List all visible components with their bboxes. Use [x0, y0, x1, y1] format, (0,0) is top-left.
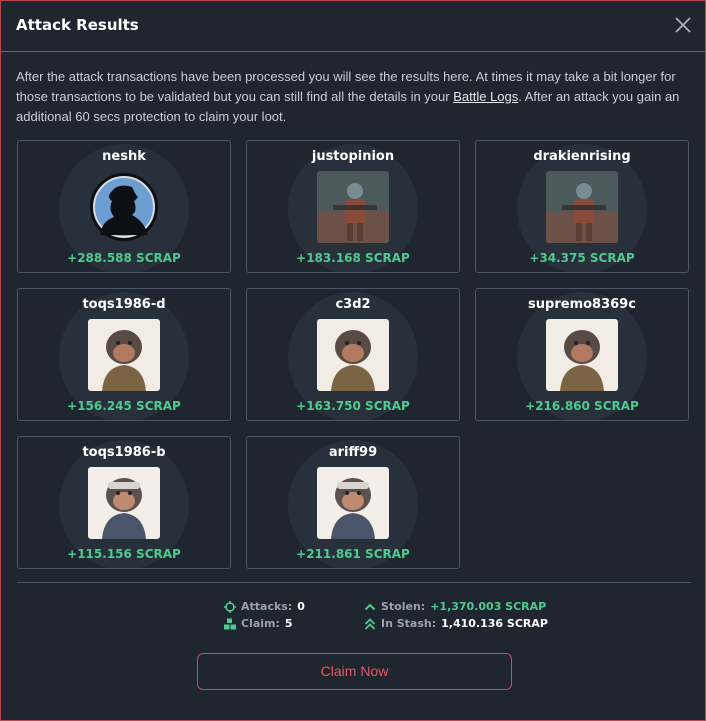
scrap-amount: +163.750 SCRAP	[296, 399, 410, 413]
scrap-amount: +34.375 SCRAP	[529, 251, 635, 265]
result-card: neshk +288.588 SCRAP	[17, 140, 231, 273]
result-card: c3d2 +163.750 SCRAP	[246, 288, 460, 421]
stolen-label: Stolen:	[381, 600, 426, 613]
boxes-icon	[224, 618, 236, 629]
stolen-stat: Stolen: +1,370.003 SCRAP	[364, 598, 548, 615]
scrap-amount: +211.861 SCRAP	[296, 547, 410, 561]
scrap-amount: +183.168 SCRAP	[296, 251, 410, 265]
attacks-label: Attacks:	[241, 600, 293, 613]
chevron-up-icon	[364, 603, 376, 610]
player-name: toqs1986-d	[82, 297, 166, 312]
battle-logs-link[interactable]: Battle Logs	[453, 89, 518, 104]
crosshair-icon	[224, 600, 236, 613]
scrap-amount: +156.245 SCRAP	[67, 399, 181, 413]
scrap-amount: +288.588 SCRAP	[67, 251, 181, 265]
results-grid: neshk +288.588 SCRAP justopinion +183.168 S…	[17, 140, 691, 569]
stash-label: In Stash:	[381, 617, 437, 630]
result-card: justopinion +183.168 SCRAP	[246, 140, 460, 273]
result-card: supremo8369c +216.860 SCRAP	[475, 288, 689, 421]
claim-now-button[interactable]: Claim Now	[197, 653, 512, 690]
description: After the attack transactions have been …	[16, 67, 688, 127]
modal-title: Attack Results	[16, 16, 139, 34]
stash-stat: In Stash: 1,410.136 SCRAP	[364, 615, 548, 632]
player-name: neshk	[102, 149, 146, 164]
player-name: drakienrising	[533, 149, 631, 164]
attack-results-modal: Attack Results After the attack transact…	[0, 0, 706, 721]
stash-value: 1,410.136 SCRAP	[441, 617, 548, 630]
player-avatar	[546, 319, 618, 391]
claim-label: Claim:	[241, 617, 280, 630]
player-name: supremo8369c	[528, 297, 636, 312]
double-chevron-up-icon	[364, 617, 376, 630]
close-icon[interactable]	[673, 15, 693, 35]
divider	[17, 582, 691, 583]
player-avatar	[317, 319, 389, 391]
player-avatar	[317, 171, 389, 243]
claim-value: 5	[284, 617, 293, 630]
attacks-value: 0	[297, 600, 305, 613]
player-avatar	[88, 319, 160, 391]
player-name: toqs1986-b	[82, 445, 166, 460]
player-avatar	[317, 467, 389, 539]
stats-left: Attacks: 0 Claim: 5	[224, 598, 305, 632]
result-card: toqs1986-b +115.156 SCRAP	[17, 436, 231, 569]
modal-header: Attack Results	[1, 1, 705, 52]
player-name: justopinion	[311, 149, 395, 164]
result-card: toqs1986-d +156.245 SCRAP	[17, 288, 231, 421]
scrap-amount: +216.860 SCRAP	[525, 399, 639, 413]
attacks-stat: Attacks: 0	[224, 598, 305, 615]
player-avatar	[88, 171, 160, 243]
result-card: drakienrising +34.375 SCRAP	[475, 140, 689, 273]
player-avatar	[546, 171, 618, 243]
result-card: ariff99 +211.861 SCRAP	[246, 436, 460, 569]
claim-stat: Claim: 5	[224, 615, 305, 632]
player-name: c3d2	[335, 297, 371, 312]
player-name: ariff99	[328, 445, 378, 460]
scrap-amount: +115.156 SCRAP	[67, 547, 181, 561]
stolen-value: +1,370.003 SCRAP	[430, 600, 547, 613]
stats-right: Stolen: +1,370.003 SCRAP In Stash: 1,410…	[364, 598, 548, 632]
player-avatar	[88, 467, 160, 539]
